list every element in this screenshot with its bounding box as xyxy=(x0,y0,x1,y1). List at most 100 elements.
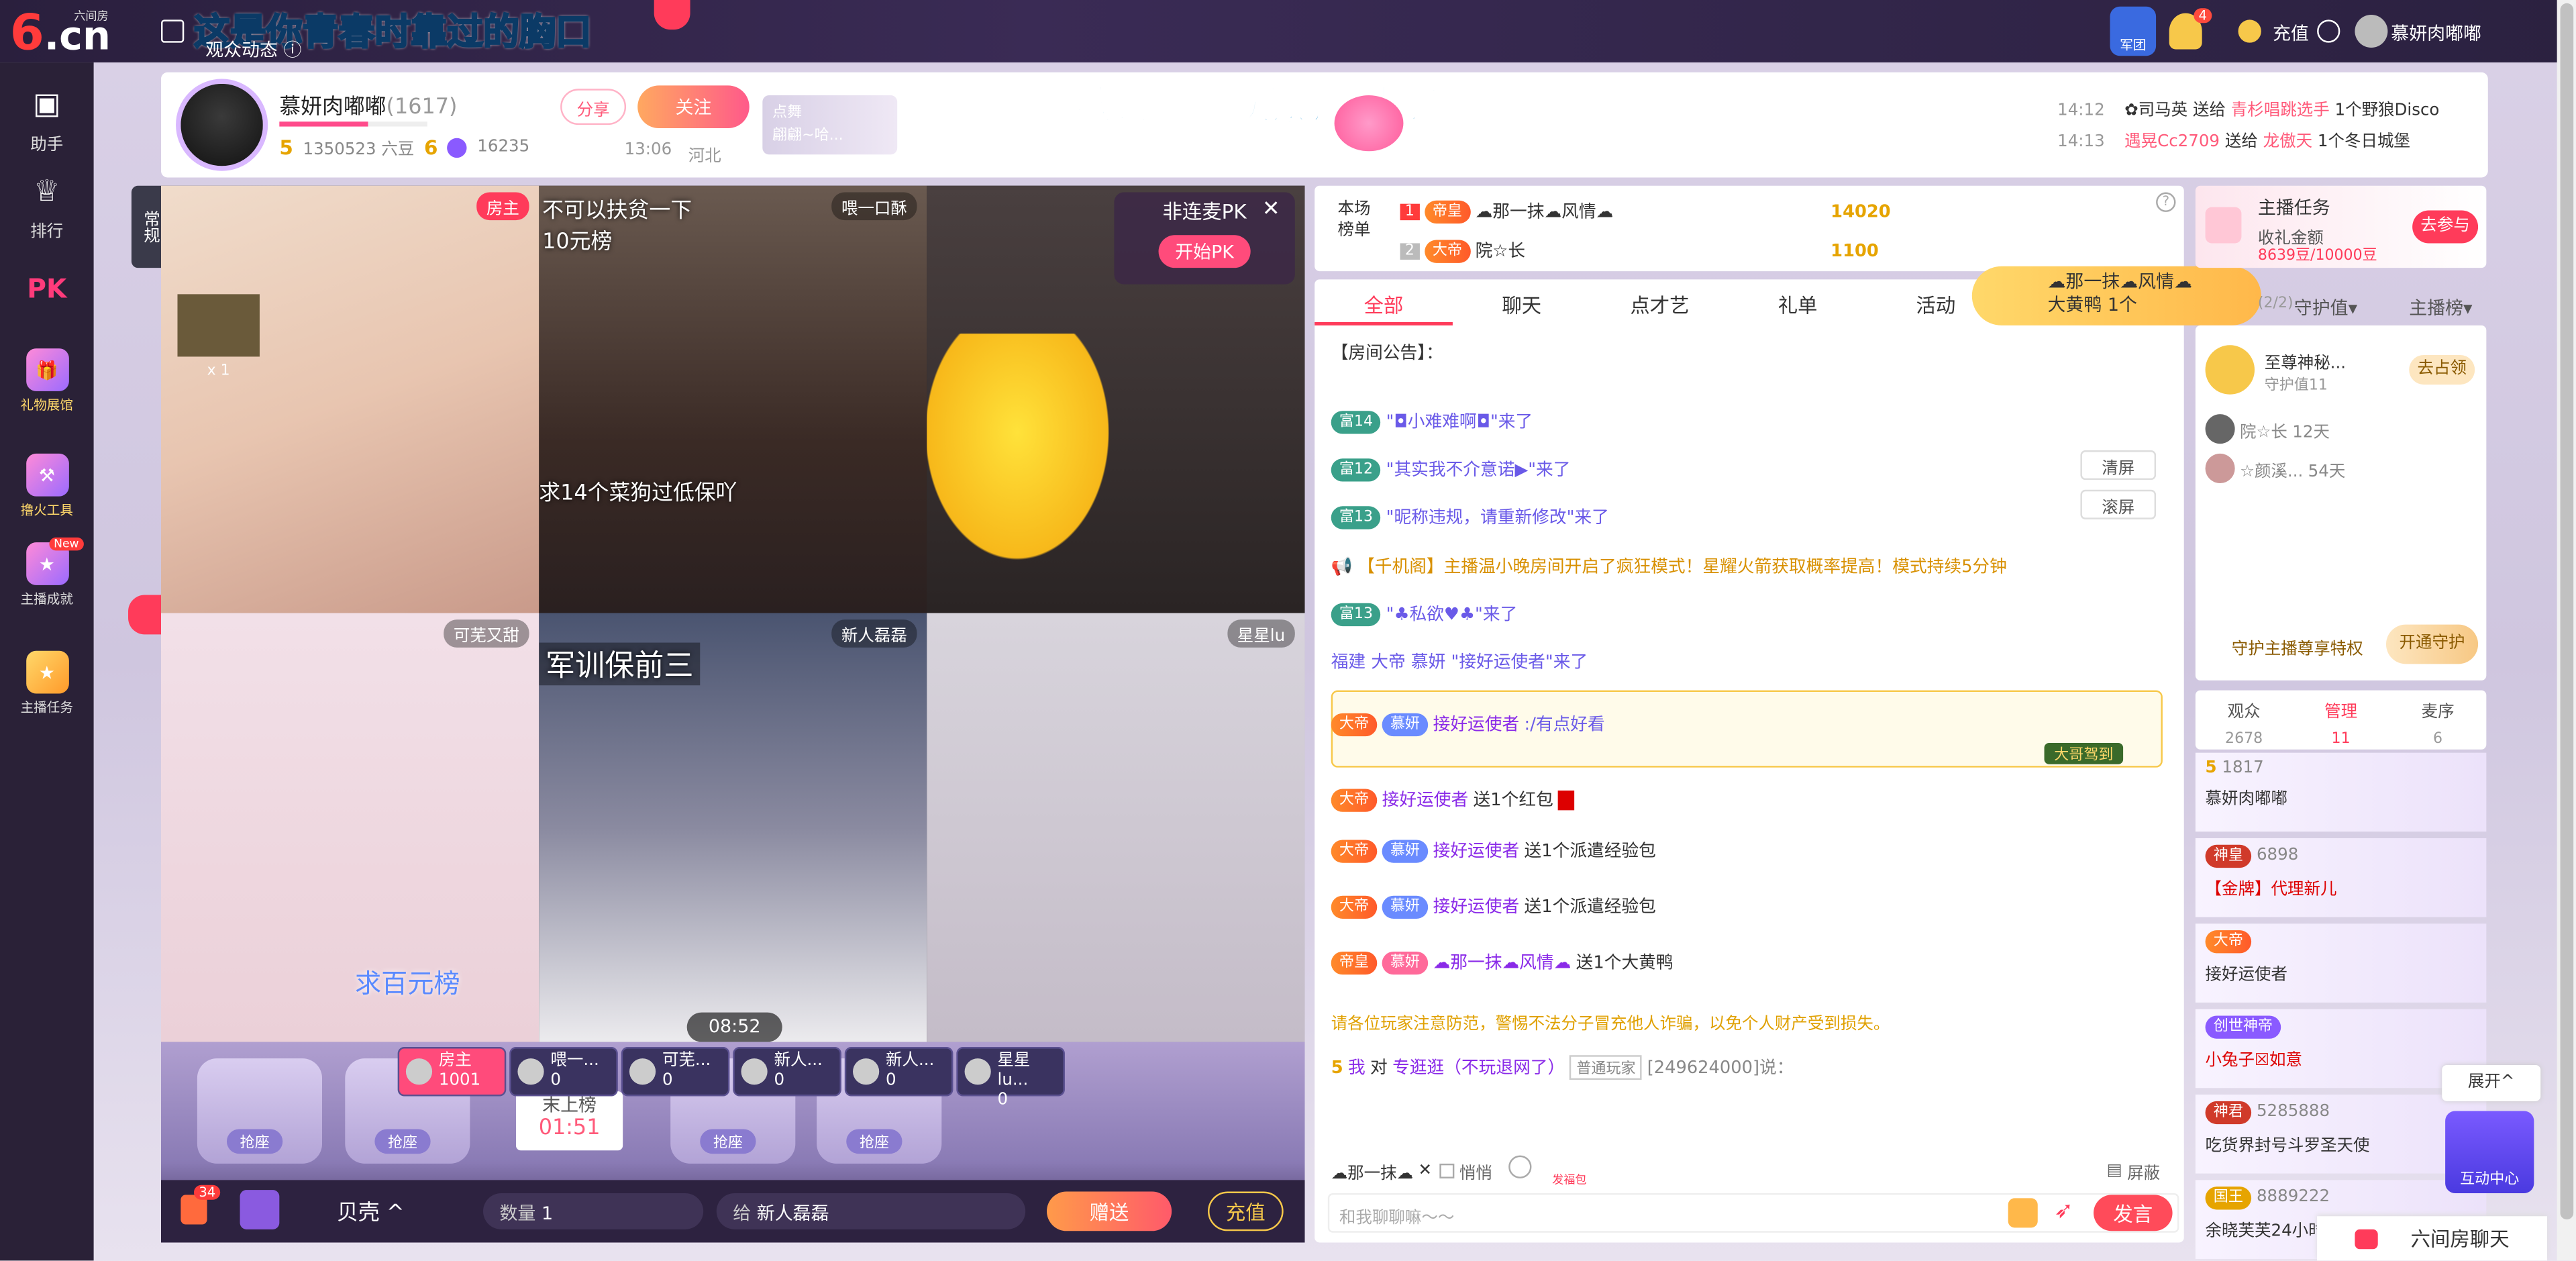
share-button[interactable]: 分享 xyxy=(560,89,627,125)
recipient-select[interactable]: 给 新人磊磊 xyxy=(716,1193,1026,1229)
clear-chat-button[interactable]: 清屏 xyxy=(2080,450,2157,481)
tab-admins[interactable]: 管理 11 xyxy=(2292,691,2389,750)
list-item[interactable]: 5 1817 慕妍肉嘟嘟 xyxy=(2195,752,2487,832)
red-envelope-icon xyxy=(1558,789,1575,810)
guard-item[interactable]: 院☆长 12天 xyxy=(2205,414,2330,444)
tab-talent[interactable]: 点才艺 xyxy=(1591,283,1729,325)
sidebar-item-ranking[interactable]: ♕ 排行 xyxy=(0,169,94,242)
score-item[interactable]: 星星lu... 0 xyxy=(956,1047,1065,1109)
system-message: 📢 【千机阁】主播温小晚房间开启了疯狂模式！星耀火箭获取概率提高！模式持续5分钟 xyxy=(1331,554,2007,578)
emoji-icon[interactable] xyxy=(1508,1155,1532,1178)
crown-icon: ♕ xyxy=(34,173,60,208)
currency-select[interactable]: 贝壳 ^ xyxy=(337,1195,405,1226)
rocket-icon[interactable]: ➶ xyxy=(2054,1198,2083,1227)
user-avatar[interactable] xyxy=(2355,15,2388,48)
score-item[interactable]: 新人... 0 xyxy=(844,1047,954,1097)
lucky-bag-button[interactable]: 发福包 xyxy=(1548,1146,1591,1187)
recharge-button[interactable]: 充值 xyxy=(1208,1191,1284,1231)
sidebar-item-tools[interactable]: ⚒ 撸火工具 xyxy=(0,453,94,519)
chat-message: 富14 "◘小难难啊◘"来了 xyxy=(1331,409,1533,434)
score-item[interactable]: 喂一... 0 xyxy=(509,1047,618,1097)
gift-message: 帝皇 慕妍 ☁那一抹☁风情☁ 送1个大黄鸭 xyxy=(1331,950,1673,975)
help-icon[interactable]: ? xyxy=(2156,192,2176,212)
host-stats: 5 1350523 六豆 6 16235 xyxy=(279,136,530,160)
tab-all[interactable]: 全部 xyxy=(1315,283,1453,325)
chat-message: 富12 "其实我不介意诺▶"来了 xyxy=(1331,457,1570,482)
room-meta: 13:06 河北 xyxy=(624,141,721,166)
scroll-chat-button[interactable]: 滚屏 xyxy=(2080,489,2157,519)
interaction-center-button[interactable]: 互动中心 xyxy=(2445,1111,2534,1193)
task-progress: 8639豆/10000豆 xyxy=(2257,248,2377,265)
score-item[interactable]: 可芜... 0 xyxy=(621,1047,730,1097)
sidebar-item-assistant[interactable]: ▣ 助手 xyxy=(0,82,94,155)
duck-gift-animation xyxy=(927,334,1125,581)
tab-chat[interactable]: 聊天 xyxy=(1453,283,1591,325)
guard-item[interactable]: ☆颜溪... 54天 xyxy=(2205,453,2345,484)
grid-toggle-icon[interactable] xyxy=(128,595,162,635)
video-cell-5[interactable]: 新人磊磊 军训保前三 xyxy=(539,613,927,1042)
recharge-link[interactable]: 充值 xyxy=(2273,19,2309,46)
gift-float-notice: ☁那一抹☁风情☁ 大黄鸭 1个 xyxy=(1971,266,2261,325)
guard-sort-select[interactable]: 守护值▾ xyxy=(2294,294,2357,320)
chat-tabs: 全部 聊天 点才艺 礼单 活动 xyxy=(1315,283,2005,325)
seat-1[interactable]: 抢座 xyxy=(197,1058,323,1164)
menu-icon[interactable] xyxy=(2317,19,2340,43)
tab-gifts[interactable]: 礼单 xyxy=(1729,283,1867,325)
gift-message: 大帝 慕妍 接好运使者 送1个派遣经验包 xyxy=(1331,838,1656,863)
video-cell-host[interactable]: 房主 x 1 xyxy=(161,185,539,613)
list-item[interactable]: 神君 5285888 吃货界封号斗罗圣天使 xyxy=(2195,1095,2487,1174)
sidebar-item-achievement[interactable]: New ★ 主播成就 xyxy=(0,537,94,608)
username[interactable]: 慕妍肉嘟嘟 xyxy=(2391,19,2481,46)
video-cell-4[interactable]: 可芜又甜 求百元榜 xyxy=(161,613,539,1042)
send-gift-button[interactable]: 赠送 xyxy=(1047,1191,1172,1231)
rank-row[interactable]: 1 帝皇 ☁那一抹☁风情☁ 14020 xyxy=(1400,199,1891,223)
song-request[interactable]: 点舞 翩翩~哈... xyxy=(762,95,898,155)
follow-button[interactable]: 关注 xyxy=(637,85,750,129)
group-chat-bar[interactable]: 六间房聊天 xyxy=(2317,1216,2547,1261)
firework-icon[interactable] xyxy=(2008,1198,2038,1228)
sidebar-item-gift-hall[interactable]: 🎁 礼物展馆 xyxy=(0,348,94,414)
broadcast-row: 14:12 ✿司马英 送给 青杉唱跳选手 1个野狼Disco xyxy=(2057,101,2440,120)
expand-button[interactable]: 展开^ xyxy=(2442,1064,2541,1101)
list-item[interactable]: 神皇 6898 【金牌】代理新儿 xyxy=(2195,838,2487,917)
chat-input[interactable]: 和我聊聊嘛～～ xyxy=(1327,1193,2179,1233)
notes-icon[interactable] xyxy=(161,19,185,43)
score-item[interactable]: 房主 1001 xyxy=(397,1047,507,1097)
robot-icon: ▣ xyxy=(32,86,61,121)
sidebar-item-task[interactable]: ★ 主播任务 xyxy=(0,650,94,717)
team-button[interactable]: 军团 xyxy=(2110,6,2157,56)
bell-icon[interactable]: 4 xyxy=(2169,8,2212,50)
occupy-button[interactable]: 去占领 xyxy=(2409,354,2475,385)
score-item[interactable]: 新人... 0 xyxy=(733,1047,841,1097)
guard-top-avatar[interactable] xyxy=(2205,345,2255,395)
lottery-icon[interactable] xyxy=(654,0,690,30)
quantity-input[interactable]: 数量 1 xyxy=(483,1193,704,1229)
pk-mode-toggle[interactable]: 常规 xyxy=(131,185,162,268)
rank-row[interactable]: 2 大帝 院☆长 1100 xyxy=(1400,238,1879,263)
gift-shop-icon[interactable] xyxy=(240,1190,280,1229)
site-logo[interactable]: 6.cn 六间房 xyxy=(10,5,111,62)
video-cell-6[interactable]: 星星lu xyxy=(927,613,1305,1042)
tab-mic-queue[interactable]: 麦序 6 xyxy=(2389,691,2486,750)
host-name[interactable]: 慕妍肉嘟嘟(1617) xyxy=(279,89,457,120)
list-item[interactable]: 大帝 接好运使者 xyxy=(2195,923,2487,1003)
guard-privilege-link[interactable]: 守护主播尊享特权 xyxy=(2232,634,2363,659)
shield-toggle[interactable]: ▤ 屏蔽 xyxy=(2107,1159,2160,1183)
chat-target[interactable]: ☁那一抹☁ ✕ xyxy=(1331,1159,1432,1183)
guard-top-value: 守护值11 xyxy=(2264,378,2328,395)
host-rank-select[interactable]: 主播榜▾ xyxy=(2409,294,2472,320)
host-avatar[interactable] xyxy=(176,79,268,171)
close-icon[interactable]: ✕ xyxy=(1262,197,1280,222)
start-pk-button[interactable]: 开始PK xyxy=(1158,235,1251,268)
tab-audience[interactable]: 观众 2678 xyxy=(2196,691,2292,750)
coin-icon xyxy=(2238,19,2261,43)
whisper-checkbox[interactable]: 悄悄 xyxy=(1439,1159,1492,1183)
sidebar-item-pk[interactable]: PK xyxy=(0,266,94,314)
open-guard-button[interactable]: 开通守护 xyxy=(2385,624,2479,664)
backpack-count: 34 xyxy=(193,1184,221,1200)
video-cell-2[interactable]: 喂一口酥 不可以扶贫一下 10元榜 求14个菜狗过低保吖 xyxy=(539,185,927,613)
send-message-button[interactable]: 发言 xyxy=(2094,1195,2173,1231)
scrollbar-thumb[interactable] xyxy=(2560,3,2574,1220)
pk-timer: 08:52 xyxy=(686,1012,782,1042)
join-task-button[interactable]: 去参与 xyxy=(2412,210,2479,244)
